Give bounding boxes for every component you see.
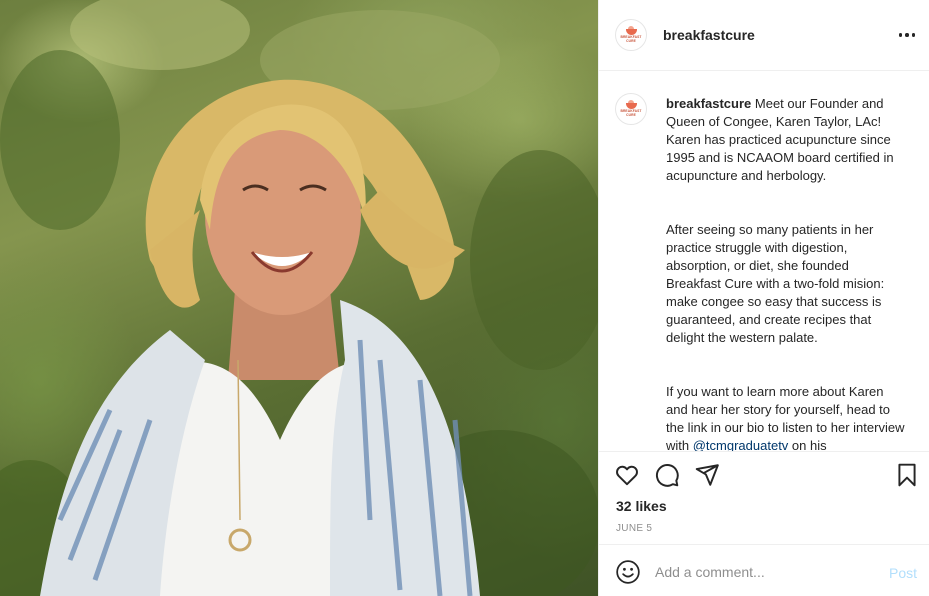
comment-bar: Post [599, 544, 929, 596]
post-header: BREAKFAST CURE breakfastcure [599, 0, 929, 71]
likes-count[interactable]: 32 likes [616, 498, 667, 514]
avatar-brand-text: BREAKFAST CURE [620, 109, 642, 117]
comment-input[interactable] [655, 561, 875, 583]
avatar-brand-text: BREAKFAST CURE [620, 35, 642, 43]
photo-illustration [0, 0, 598, 596]
emoji-icon[interactable] [615, 559, 641, 585]
share-icon[interactable] [694, 462, 722, 490]
caption-paragraph-2: After seeing so many patients in her pra… [666, 222, 885, 345]
post-date: JUNE 5 [616, 523, 653, 534]
post-detail-panel: BREAKFAST CURE breakfastcure BREAKFAST C… [598, 0, 929, 596]
post-photo[interactable] [0, 0, 598, 596]
heart-icon[interactable] [614, 462, 642, 490]
comment-icon[interactable] [654, 462, 682, 490]
avatar[interactable]: BREAKFAST CURE [615, 19, 647, 51]
post-actions: 32 likes JUNE 5 [599, 451, 929, 544]
post-caption: breakfastcure Meet our Founder and Queen… [666, 95, 906, 451]
caption-scroll-area[interactable]: BREAKFAST CURE breakfastcure Meet our Fo… [599, 71, 929, 451]
caption-paragraph-1: breakfastcure Meet our Founder and Queen… [666, 96, 894, 183]
mention-link[interactable]: @tcmgraduatetv [693, 438, 789, 451]
caption-avatar[interactable]: BREAKFAST CURE [615, 93, 647, 125]
caption-paragraph-3: If you want to learn more about Karen an… [666, 384, 905, 451]
more-options-icon[interactable] [895, 26, 919, 44]
caption-username[interactable]: breakfastcure [666, 96, 751, 111]
header-username[interactable]: breakfastcure [663, 26, 755, 44]
post-comment-button[interactable]: Post [889, 565, 917, 581]
bookmark-icon[interactable] [894, 462, 922, 490]
